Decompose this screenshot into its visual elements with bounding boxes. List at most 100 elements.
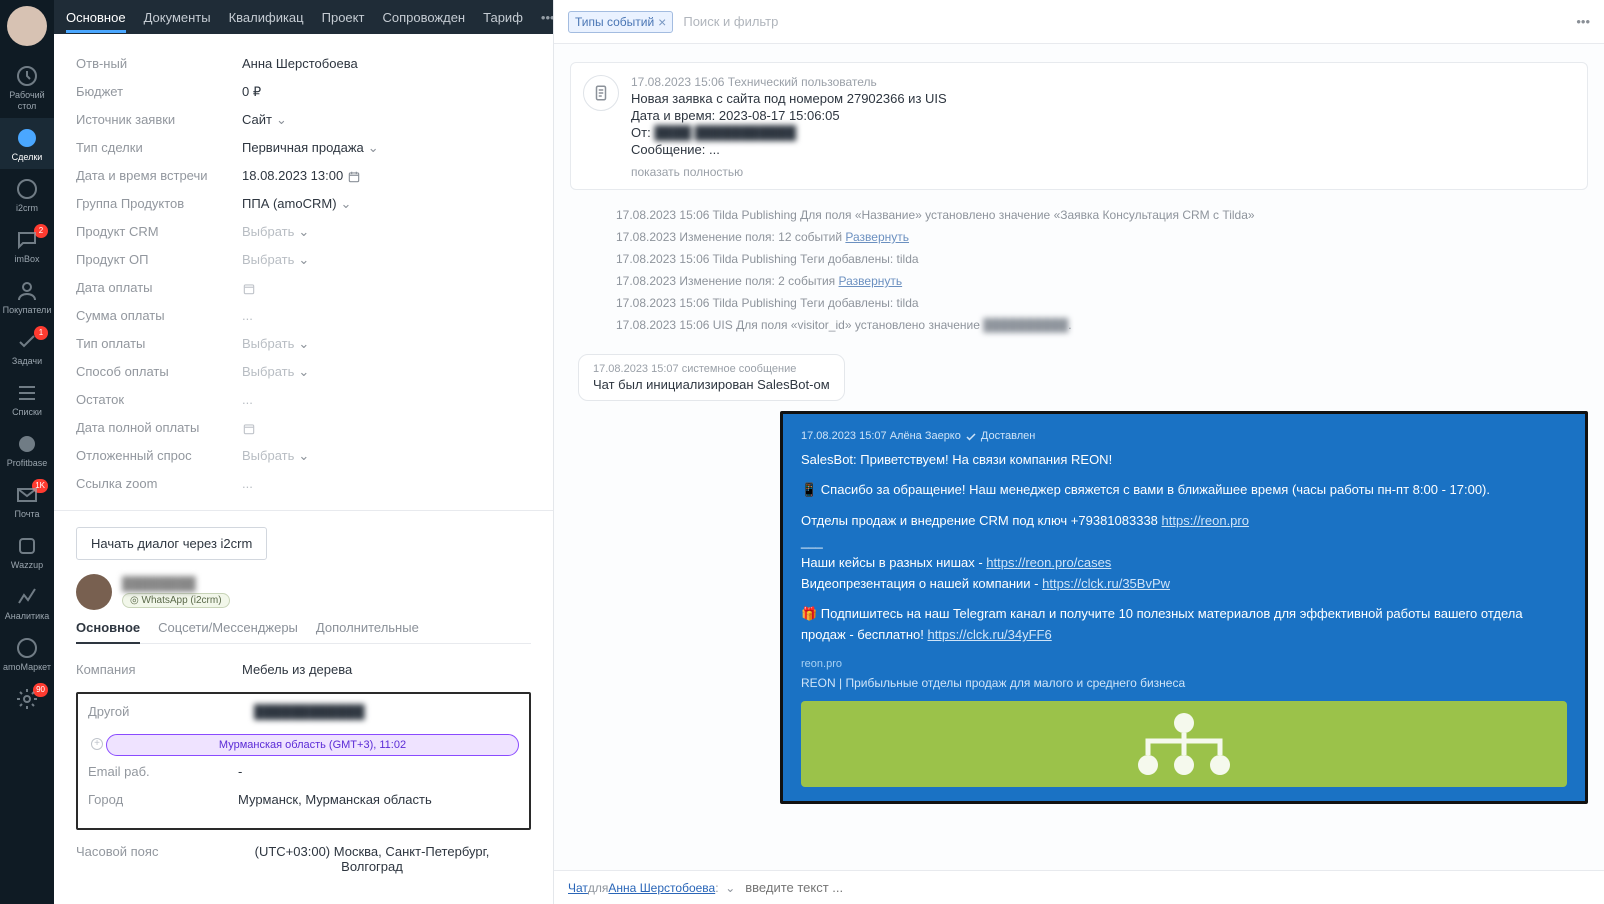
feed-panel: Типы событий× Поиск и фильтр ••• 17.08.2… <box>554 0 1604 904</box>
rail-profitbase[interactable]: Profitbase <box>0 424 54 475</box>
link[interactable]: https://clck.ru/35BvPw <box>1042 576 1170 591</box>
chat-site: reon.pro <box>801 656 1567 674</box>
subtab-extra[interactable]: Дополнительные <box>316 620 419 643</box>
field-label: Отложенный спрос <box>76 448 242 463</box>
field-label: Продукт CRM <box>76 224 242 239</box>
field-value-product-group[interactable]: ППА (amoCRM)⌄ <box>242 196 351 212</box>
rail-i2crm[interactable]: i2crm <box>0 169 54 220</box>
field-value-company[interactable]: Мебель из дерева <box>242 662 352 677</box>
rail-lists[interactable]: Списки <box>0 373 54 424</box>
field-value-paydate[interactable] <box>242 280 256 296</box>
rail-buyers[interactable]: Покупатели <box>0 271 54 322</box>
link[interactable]: https://reon.pro/cases <box>986 555 1111 570</box>
field-label: Продукт ОП <box>76 252 242 267</box>
feed-card: 17.08.2023 15:06 Технический пользовател… <box>570 62 1588 190</box>
rail-wazzup[interactable]: Wazzup <box>0 526 54 577</box>
expand-link[interactable]: Развернуть <box>839 274 903 288</box>
field-label: Часовой пояс <box>76 844 242 859</box>
field-value-responsible[interactable]: Анна Шерстобоева <box>242 56 358 71</box>
contact-subtabs: Основное Соцсети/Мессенджеры Дополнитель… <box>76 620 531 644</box>
field-value-meeting[interactable]: 18.08.2023 13:00 <box>242 168 361 184</box>
chat-line: 📱 Спасибо за обращение! Наш менеджер свя… <box>801 480 1567 501</box>
field-value-paymode[interactable]: Выбрать⌄ <box>242 364 309 380</box>
close-icon[interactable]: × <box>658 14 666 30</box>
link[interactable]: https://reon.pro <box>1162 513 1249 528</box>
field-value-email[interactable]: - <box>238 764 242 779</box>
plus-icon[interactable]: + <box>91 738 103 750</box>
field-value-city[interactable]: Мурманск, Мурманская область <box>238 792 432 807</box>
chat-desc: REON | Прибыльные отделы продаж для мало… <box>801 674 1567 693</box>
subtab-main[interactable]: Основное <box>76 620 140 643</box>
field-value-source[interactable]: Сайт⌄ <box>242 112 287 128</box>
filter-tag[interactable]: Типы событий× <box>568 11 673 33</box>
rail-analytics[interactable]: Аналитика <box>0 577 54 628</box>
pb-icon <box>15 432 39 456</box>
field-label: Отв-ный <box>76 56 242 71</box>
message-input[interactable] <box>745 880 1065 895</box>
field-value-budget[interactable]: 0 ₽ <box>242 84 261 100</box>
tabs-more[interactable]: ••• <box>541 10 554 25</box>
gear-icon <box>15 687 39 711</box>
field-value-rest[interactable]: ... <box>242 392 253 407</box>
doc-icon <box>583 75 619 111</box>
chat-line: ___ <box>801 532 1567 553</box>
tab-tariff[interactable]: Тариф <box>483 2 523 33</box>
field-value-product-crm[interactable]: Выбрать⌄ <box>242 224 309 240</box>
chat-line: Видеопрезентация о нашей компании - http… <box>801 574 1567 595</box>
tab-qual[interactable]: Квалификац <box>229 2 304 33</box>
buyers-icon <box>15 279 39 303</box>
tab-docs[interactable]: Документы <box>144 2 211 33</box>
rail-amomarket[interactable]: amoМаркет <box>0 628 54 679</box>
rail-desktop[interactable]: Рабочий стол <box>0 56 54 118</box>
deal-tabs: Основное Документы Квалификац Проект Соп… <box>54 0 553 34</box>
field-value-fullpay[interactable] <box>242 420 256 436</box>
feed-menu[interactable]: ••• <box>1576 14 1590 29</box>
subtab-social[interactable]: Соцсети/Мессенджеры <box>158 620 298 643</box>
foot-user[interactable]: Анна Шерстобоева <box>608 881 715 895</box>
expand-link[interactable]: Развернуть <box>845 230 909 244</box>
contact-avatar[interactable] <box>76 574 112 610</box>
rail-imbox[interactable]: 2imBox <box>0 220 54 271</box>
rail-settings[interactable]: 90 <box>0 679 54 719</box>
field-label: Email раб. <box>88 764 238 779</box>
log-entry: 17.08.2023 15:06 Tilda Publishing Для по… <box>570 204 1588 226</box>
mail-icon <box>15 483 39 507</box>
field-value-paytype[interactable]: Выбрать⌄ <box>242 336 309 352</box>
rail-mail[interactable]: 1KПочта <box>0 475 54 526</box>
chevron-down-icon: ⌄ <box>276 112 287 127</box>
calendar-icon <box>242 282 256 296</box>
link-preview[interactable] <box>801 701 1567 787</box>
rail-deals[interactable]: Сделки <box>0 118 54 169</box>
field-value-dealtype[interactable]: Первичная продажа⌄ <box>242 140 379 156</box>
chevron-down-icon: ⌄ <box>298 448 309 463</box>
check-icon <box>965 431 977 443</box>
field-label: Дата оплаты <box>76 280 242 295</box>
whatsapp-badge[interactable]: ◎ WhatsApp (i2crm) <box>122 593 230 608</box>
region-chip[interactable]: +Мурманская область (GMT+3), 11:02 <box>106 734 519 756</box>
field-value-defer[interactable]: Выбрать⌄ <box>242 448 309 464</box>
card-meta: 17.08.2023 15:06 Технический пользовател… <box>631 75 1573 89</box>
analytics-icon <box>15 585 39 609</box>
chat-tab[interactable]: Чат <box>568 881 588 895</box>
field-label: Город <box>88 792 238 807</box>
log-entry: 17.08.2023 Изменение поля: 2 события Раз… <box>570 270 1588 292</box>
rail-tasks[interactable]: 1Задачи <box>0 322 54 373</box>
user-avatar[interactable] <box>7 6 47 46</box>
field-label: Дата полной оплаты <box>76 420 242 435</box>
field-value-paysum[interactable]: ... <box>242 308 253 323</box>
show-more-link[interactable]: показать полностью <box>631 165 1573 179</box>
tab-main[interactable]: Основное <box>66 2 126 33</box>
field-value-zoom[interactable]: ... <box>242 476 253 491</box>
field-value-other[interactable]: ████████████ <box>254 704 365 719</box>
i2crm-dialog-button[interactable]: Начать диалог через i2crm <box>76 527 267 560</box>
clock-icon <box>15 64 39 88</box>
tree-icon <box>1124 709 1244 779</box>
field-value-tz[interactable]: (UTC+03:00) Москва, Санкт-Петербург, Вол… <box>242 844 502 874</box>
log-entry: 17.08.2023 15:06 Tilda Publishing Теги д… <box>570 248 1588 270</box>
field-value-product-op[interactable]: Выбрать⌄ <box>242 252 309 268</box>
tab-project[interactable]: Проект <box>322 2 365 33</box>
tab-support[interactable]: Сопровожден <box>382 2 465 33</box>
field-label: Другой <box>88 704 254 719</box>
link[interactable]: https://clck.ru/34yFF6 <box>927 627 1051 642</box>
feed-search[interactable]: Поиск и фильтр <box>683 14 778 29</box>
